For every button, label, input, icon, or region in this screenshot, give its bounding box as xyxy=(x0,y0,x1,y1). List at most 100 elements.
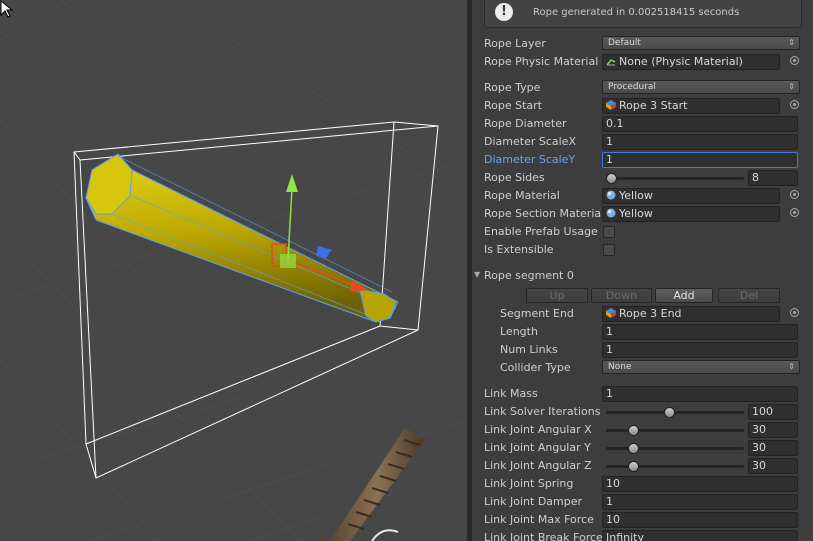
row-diameter-scale-x: Diameter ScaleX 1 xyxy=(472,133,813,151)
rope-diameter-input[interactable]: 0.1 xyxy=(602,116,798,132)
foldout-expanded-icon[interactable]: ▼ xyxy=(474,270,480,279)
link-joint-max-force-label: Link Joint Max Force xyxy=(484,513,594,526)
row-rope-sides: Rope Sides 8 xyxy=(472,169,813,187)
scene-viewport[interactable] xyxy=(0,0,467,541)
link-joint-break-force-label: Link Joint Break Force xyxy=(484,531,602,541)
is-extensible-label: Is Extensible xyxy=(484,243,554,256)
segment-up-button[interactable]: Up xyxy=(526,288,588,303)
link-joint-angular-x-slider-knob[interactable] xyxy=(627,425,639,436)
row-diameter-scale-y: Diameter ScaleY 1 xyxy=(472,151,813,169)
link-joint-angular-x-slider[interactable] xyxy=(606,429,744,432)
rope-sides-input[interactable]: 8 xyxy=(748,170,798,186)
link-solver-iterations-slider-knob[interactable] xyxy=(664,407,676,418)
link-joint-angular-z-slider-knob[interactable] xyxy=(627,461,639,472)
link-joint-spring-input[interactable]: 10 xyxy=(602,476,798,492)
rope-start-label: Rope Start xyxy=(484,99,542,112)
collider-type-label: Collider Type xyxy=(500,361,571,374)
rope-start-field[interactable]: Rope 3 Start xyxy=(602,98,780,114)
link-joint-break-force-input[interactable]: Infinity xyxy=(602,530,798,541)
link-joint-angular-z-slider[interactable] xyxy=(606,465,744,468)
rope-section-material-label: Rope Section Material xyxy=(484,207,602,220)
num-links-input[interactable]: 1 xyxy=(602,342,798,358)
object-picker-icon[interactable] xyxy=(790,208,799,217)
info-message-text: Rope generated in 0.002518415 seconds xyxy=(533,7,740,18)
row-rope-diameter: Rope Diameter 0.1 xyxy=(472,115,813,133)
collider-type-value: None xyxy=(608,362,632,372)
link-joint-angular-y-slider[interactable] xyxy=(606,447,744,450)
rope-physic-material-value: None (Physic Material) xyxy=(619,55,743,68)
row-link-joint-angular-z: Link Joint Angular Z 30 xyxy=(472,457,813,475)
link-joint-angular-y-slider-knob[interactable] xyxy=(627,443,639,454)
scene-canvas[interactable] xyxy=(0,0,467,541)
link-mass-label: Link Mass xyxy=(484,387,538,400)
segment-down-button[interactable]: Down xyxy=(591,288,652,303)
row-rope-start: Rope Start Rope 3 Start xyxy=(472,97,813,115)
yellow-rope[interactable] xyxy=(85,153,399,323)
rope-segment-title: Rope segment 0 xyxy=(484,269,574,282)
rope-type-dropdown[interactable]: Procedural ⇕ xyxy=(602,80,800,94)
link-joint-damper-label: Link Joint Damper xyxy=(484,495,583,508)
rope-layer-dropdown[interactable]: Default ⇕ xyxy=(602,36,800,50)
link-joint-angular-z-input[interactable]: 30 xyxy=(748,458,798,474)
link-joint-angular-z-label: Link Joint Angular Z xyxy=(484,459,592,472)
is-extensible-checkbox[interactable] xyxy=(603,244,615,256)
rope-type-label: Rope Type xyxy=(484,81,541,94)
gameobject-icon xyxy=(606,100,616,110)
row-link-joint-damper: Link Joint Damper 1 xyxy=(472,493,813,511)
info-icon: ! xyxy=(495,3,513,21)
inspector-panel: ! Rope generated in 0.002518415 seconds … xyxy=(472,0,813,541)
rope-segment-foldout[interactable]: ▼ Rope segment 0 xyxy=(472,267,813,285)
rope-diameter-label: Rope Diameter xyxy=(484,117,567,130)
link-joint-angular-y-input[interactable]: 30 xyxy=(748,440,798,456)
rope-material-value: Yellow xyxy=(619,189,653,202)
link-solver-iterations-input[interactable]: 100 xyxy=(748,404,798,420)
row-link-joint-max-force: Link Joint Max Force 10 xyxy=(472,511,813,529)
segment-del-button[interactable]: Del xyxy=(718,288,780,303)
rope-sides-slider[interactable] xyxy=(606,177,744,180)
object-picker-icon[interactable] xyxy=(790,308,799,317)
link-joint-max-force-input[interactable]: 10 xyxy=(602,512,798,528)
row-segment-end: Segment End Rope 3 End xyxy=(472,305,813,323)
segment-button-row: Up Down Add Del xyxy=(472,288,813,306)
link-solver-iterations-label: Link Solver Iterations xyxy=(484,405,601,418)
link-joint-angular-x-input[interactable]: 30 xyxy=(748,422,798,438)
segment-end-label: Segment End xyxy=(500,307,574,320)
diameter-scale-y-input[interactable]: 1 xyxy=(602,152,798,168)
row-rope-physic-material: Rope Physic Material None (Physic Materi… xyxy=(472,53,813,71)
length-label: Length xyxy=(500,325,538,338)
enable-prefab-usage-label: Enable Prefab Usage xyxy=(484,225,598,238)
rope-physic-material-label: Rope Physic Material xyxy=(484,55,599,68)
rope-physic-material-field[interactable]: None (Physic Material) xyxy=(602,54,780,70)
row-rope-section-material: Rope Section Material Yellow xyxy=(472,205,813,223)
rope-material-label: Rope Material xyxy=(484,189,560,202)
rope-material-field[interactable]: Yellow xyxy=(602,188,780,204)
object-picker-icon[interactable] xyxy=(790,56,799,65)
length-input[interactable]: 1 xyxy=(602,324,798,340)
object-picker-icon[interactable] xyxy=(790,100,799,109)
link-joint-damper-input[interactable]: 1 xyxy=(602,494,798,510)
segment-end-field[interactable]: Rope 3 End xyxy=(602,306,780,322)
row-link-joint-break-force: Link Joint Break Force Infinity xyxy=(472,529,813,541)
segment-end-value: Rope 3 End xyxy=(619,307,682,320)
row-rope-material: Rope Material Yellow xyxy=(472,187,813,205)
link-joint-spring-label: Link Joint Spring xyxy=(484,477,574,490)
rope-sides-slider-knob[interactable] xyxy=(606,173,617,184)
brown-rope[interactable] xyxy=(330,428,425,541)
rope-section-material-field[interactable]: Yellow xyxy=(602,206,780,222)
row-length: Length 1 xyxy=(472,323,813,341)
dropdown-arrows-icon: ⇕ xyxy=(788,38,795,47)
link-mass-input[interactable]: 1 xyxy=(602,386,798,402)
collider-type-dropdown[interactable]: None ⇕ xyxy=(602,360,800,374)
dropdown-arrows-icon: ⇕ xyxy=(788,82,795,91)
rope-layer-label: Rope Layer xyxy=(484,37,546,50)
row-link-joint-angular-y: Link Joint Angular Y 30 xyxy=(472,439,813,457)
num-links-label: Num Links xyxy=(500,343,558,356)
object-picker-icon[interactable] xyxy=(790,190,799,199)
enable-prefab-usage-checkbox[interactable] xyxy=(603,226,615,238)
rope-start-value: Rope 3 Start xyxy=(619,99,688,112)
diameter-scale-x-input[interactable]: 1 xyxy=(602,134,798,150)
diameter-scale-y-label: Diameter ScaleY xyxy=(484,153,576,166)
segment-add-button[interactable]: Add xyxy=(655,288,713,303)
physic-material-icon xyxy=(606,59,616,66)
row-enable-prefab-usage: Enable Prefab Usage xyxy=(472,223,813,241)
